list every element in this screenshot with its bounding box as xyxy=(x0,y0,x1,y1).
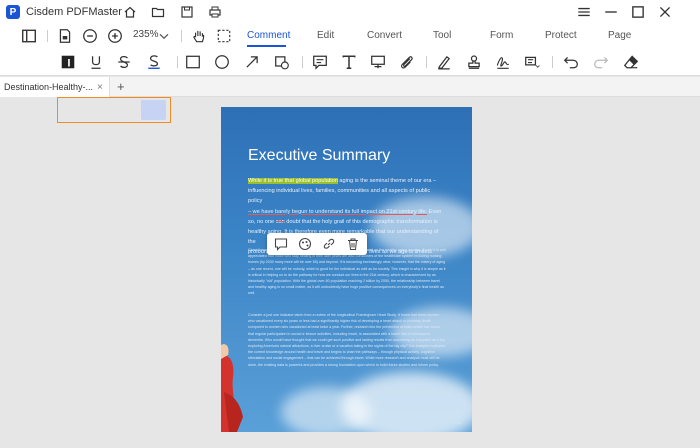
strikethrough-icon[interactable] xyxy=(116,54,132,70)
document-tab-label: Destination-Healthy-... xyxy=(4,82,94,92)
textbox-icon[interactable] xyxy=(370,54,386,70)
squiggly-icon[interactable] xyxy=(146,54,162,70)
tab-tool[interactable]: Tool xyxy=(433,30,451,41)
underline-icon[interactable] xyxy=(88,54,104,70)
svg-text:I: I xyxy=(67,58,70,70)
pen-icon[interactable] xyxy=(436,54,452,70)
document-tab[interactable]: Destination-Healthy-... xyxy=(0,77,110,97)
underlined-text[interactable]: – we have barely begun to understand its… xyxy=(248,209,427,215)
divider xyxy=(177,56,178,68)
divider xyxy=(426,56,427,68)
cloud-decoration xyxy=(281,387,371,432)
save-icon[interactable] xyxy=(179,4,195,20)
delete-icon[interactable] xyxy=(346,237,360,251)
text-icon[interactable] xyxy=(341,54,357,70)
arrow-icon[interactable] xyxy=(244,54,260,70)
attachment-icon[interactable] xyxy=(399,54,415,70)
divider xyxy=(552,56,553,68)
highlight-icon[interactable]: I xyxy=(60,54,76,70)
zoom-out-icon[interactable] xyxy=(82,28,98,44)
chevron-down-icon[interactable] xyxy=(156,28,172,44)
print-icon[interactable] xyxy=(207,4,223,20)
para-text: aging is the seminal theme of our era – xyxy=(337,178,437,184)
app-logo: P xyxy=(6,5,20,19)
redo-icon[interactable] xyxy=(593,54,609,70)
link-icon[interactable] xyxy=(322,237,336,251)
page-title: Executive Summary xyxy=(248,147,391,164)
active-tab-indicator xyxy=(247,45,286,47)
annotation-popup-toolbar xyxy=(267,233,367,255)
sidebar-toggle-icon[interactable] xyxy=(21,28,37,44)
undo-icon[interactable] xyxy=(563,54,579,70)
para-text: so, no one xyxy=(248,218,276,225)
tab-page[interactable]: Page xyxy=(608,30,631,41)
title-bar: P Cisdem PDFMaster xyxy=(0,0,700,24)
comment-toolbar: I xyxy=(0,48,700,123)
person-illustration xyxy=(221,344,243,432)
para-text: Even xyxy=(427,208,442,215)
folder-icon[interactable] xyxy=(150,4,166,20)
body-paragraph: Consider a just one indicator taken from… xyxy=(248,313,446,367)
page-fit-icon[interactable] xyxy=(57,28,73,44)
comment-icon[interactable] xyxy=(274,237,288,251)
divider xyxy=(302,56,303,68)
rectangle-icon[interactable] xyxy=(185,54,201,70)
note-icon[interactable] xyxy=(312,54,328,70)
zoom-in-icon[interactable] xyxy=(107,28,123,44)
zoom-level[interactable]: 235% xyxy=(133,29,159,40)
select-area-icon[interactable] xyxy=(216,28,232,44)
stamp-icon[interactable] xyxy=(466,54,482,70)
shape-more-icon[interactable] xyxy=(274,54,290,70)
minimize-icon[interactable] xyxy=(603,4,619,20)
hand-tool-icon[interactable] xyxy=(191,28,207,44)
add-tab-button[interactable]: + xyxy=(117,79,125,94)
maximize-icon[interactable] xyxy=(630,4,646,20)
eraser-icon[interactable] xyxy=(623,54,639,70)
ellipse-icon[interactable] xyxy=(214,54,230,70)
document-tab-close-icon[interactable]: × xyxy=(97,82,103,93)
document-tab-bar: Destination-Healthy-... × + xyxy=(0,77,700,97)
menu-bar: 235% Comment Edit Convert Tool Form Prot… xyxy=(0,24,700,48)
tab-edit[interactable]: Edit xyxy=(317,30,334,41)
tab-protect[interactable]: Protect xyxy=(545,30,577,41)
color-picker-icon[interactable] xyxy=(524,54,540,70)
divider xyxy=(47,30,48,42)
highlighted-text[interactable]: While it is true that global population xyxy=(248,178,338,184)
pdf-page: Executive Summary While it is true that … xyxy=(221,107,472,432)
app-title: Cisdem PDFMaster xyxy=(26,6,122,18)
para-text: influencing individual lives, families, … xyxy=(248,188,431,205)
tab-convert[interactable]: Convert xyxy=(367,30,402,41)
menu-icon[interactable] xyxy=(576,4,592,20)
markup-tools-highlight-frame xyxy=(57,97,171,123)
tab-comment[interactable]: Comment xyxy=(247,30,290,41)
strikethrough-text[interactable]: can xyxy=(276,219,285,225)
signature-icon[interactable] xyxy=(495,54,511,70)
color-icon[interactable] xyxy=(298,237,312,251)
close-icon[interactable] xyxy=(657,4,673,20)
para-text: doubt that the holy grail of this demogr… xyxy=(284,218,438,225)
page-number: 1 / 8 xyxy=(453,420,461,425)
tab-form[interactable]: Form xyxy=(490,30,513,41)
home-icon[interactable] xyxy=(122,4,138,20)
divider xyxy=(181,30,182,42)
